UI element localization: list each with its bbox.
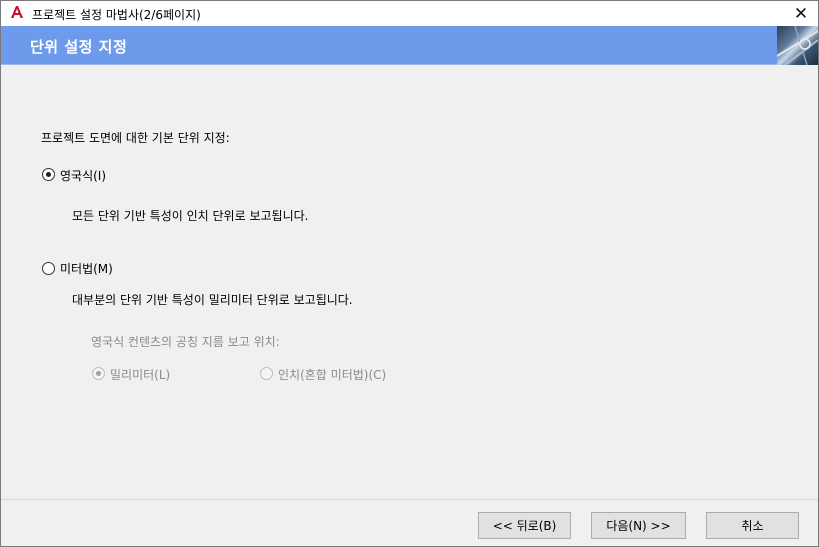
units-prompt: 프로젝트 도면에 대한 기본 단위 지정: — [41, 131, 230, 145]
page-header: 단위 설정 지정 — [1, 26, 818, 65]
close-button[interactable]: ✕ — [784, 1, 818, 26]
nominal-diameter-label: 영국식 컨텐츠의 공칭 지름 보고 위치: — [91, 335, 280, 349]
inch-mixed-metric-label[interactable]: 인치(혼합 미터법)(C) — [278, 366, 386, 383]
header-image — [777, 26, 818, 65]
button-bar: << 뒤로(B) 다음(N) >> 취소 — [1, 499, 818, 546]
wizard-window: 프로젝트 설정 마법사(2/6페이지) ✕ 단위 설정 지정 프로젝트 도면에 … — [0, 0, 819, 547]
metric-radio[interactable] — [42, 262, 55, 275]
imperial-label[interactable]: 영국식(I) — [60, 167, 106, 184]
back-button[interactable]: << 뒤로(B) — [478, 512, 571, 539]
autocad-logo-icon — [10, 5, 24, 19]
page-title: 단위 설정 지정 — [30, 38, 128, 56]
next-button[interactable]: 다음(N) >> — [591, 512, 686, 539]
wizard-content: 프로젝트 도면에 대한 기본 단위 지정: 영국식(I) 모든 단위 기반 특성… — [1, 65, 818, 499]
metric-description: 대부분의 단위 기반 특성이 밀리미터 단위로 보고됩니다. — [72, 293, 353, 307]
close-icon: ✕ — [793, 3, 809, 24]
metric-label[interactable]: 미터법(M) — [60, 260, 113, 277]
inch-mixed-metric-radio[interactable] — [260, 367, 273, 380]
millimeter-label[interactable]: 밀리미터(L) — [110, 366, 170, 383]
cancel-button[interactable]: 취소 — [706, 512, 799, 539]
title-bar: 프로젝트 설정 마법사(2/6페이지) ✕ — [1, 1, 818, 26]
imperial-description: 모든 단위 기반 특성이 인치 단위로 보고됩니다. — [72, 209, 309, 223]
window-title: 프로젝트 설정 마법사(2/6페이지) — [32, 8, 201, 22]
millimeter-radio[interactable] — [92, 367, 105, 380]
imperial-radio[interactable] — [42, 168, 55, 181]
